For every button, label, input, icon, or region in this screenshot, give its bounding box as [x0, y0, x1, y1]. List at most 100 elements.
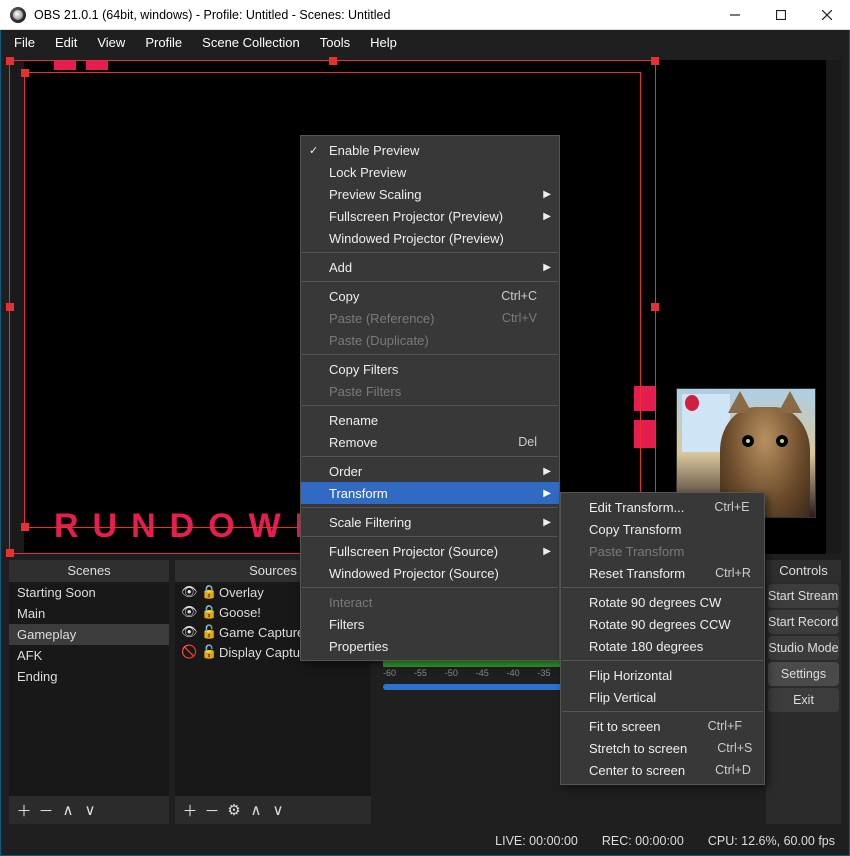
resize-handle[interactable] — [329, 57, 337, 65]
menu-item[interactable]: Center to screenCtrl+D — [561, 759, 764, 781]
menu-item[interactable]: Rotate 90 degrees CCW — [561, 613, 764, 635]
menu-help[interactable]: Help — [361, 33, 406, 52]
menu-separator — [302, 456, 558, 457]
add-scene-button[interactable]: ＋ — [15, 800, 33, 821]
resize-handle[interactable] — [651, 303, 659, 311]
remove-source-button[interactable]: － — [203, 800, 221, 821]
menu-item[interactable]: Copy Filters — [301, 358, 559, 380]
menu-item[interactable]: Add▶ — [301, 256, 559, 278]
controls-button[interactable]: Exit — [768, 688, 839, 712]
menu-item-label: Paste (Duplicate) — [329, 333, 429, 348]
remove-scene-button[interactable]: － — [37, 800, 55, 821]
menu-shortcut: Del — [488, 435, 537, 449]
menu-item-label: Copy Filters — [329, 362, 398, 377]
resize-handle[interactable] — [651, 57, 659, 65]
controls-button[interactable]: Studio Mode — [768, 636, 839, 660]
close-button[interactable] — [804, 0, 850, 30]
menu-item[interactable]: Fullscreen Projector (Source)▶ — [301, 540, 559, 562]
controls-button[interactable]: Start Streaming — [768, 584, 839, 608]
menu-scene-collection[interactable]: Scene Collection — [193, 33, 309, 52]
unlock-icon[interactable]: 🔓 — [201, 644, 213, 660]
lock-icon[interactable]: 🔒 — [201, 604, 213, 620]
menu-item[interactable]: Reset TransformCtrl+R — [561, 562, 764, 584]
menu-separator — [302, 507, 558, 508]
menu-item-label: Windowed Projector (Preview) — [329, 231, 504, 246]
menu-item[interactable]: Scale Filtering▶ — [301, 511, 559, 533]
source-down-button[interactable]: ∨ — [269, 801, 287, 819]
resize-handle[interactable] — [6, 303, 14, 311]
scenes-header: Scenes — [9, 560, 169, 582]
menu-item-label: Interact — [329, 595, 372, 610]
menu-shortcut: Ctrl+E — [684, 500, 749, 514]
resize-handle[interactable] — [6, 549, 14, 557]
scene-item[interactable]: Ending — [9, 666, 169, 687]
scene-item[interactable]: Starting Soon — [9, 582, 169, 603]
eye-off-icon[interactable]: 🚫 — [181, 644, 195, 660]
status-cpu: CPU: 12.6%, 60.00 fps — [708, 834, 835, 848]
submenu-arrow-icon: ▶ — [543, 466, 551, 477]
menu-shortcut: Ctrl+C — [471, 289, 537, 303]
menu-item[interactable]: RemoveDel — [301, 431, 559, 453]
scene-item[interactable]: Main — [9, 603, 169, 624]
menu-item[interactable]: Rotate 180 degrees — [561, 635, 764, 657]
eye-icon[interactable]: 👁 — [181, 604, 195, 620]
scene-up-button[interactable]: ∧ — [59, 801, 77, 819]
menu-item[interactable]: Lock Preview — [301, 161, 559, 183]
menu-item[interactable]: Filters — [301, 613, 559, 635]
menu-item[interactable]: Rename — [301, 409, 559, 431]
source-settings-button[interactable]: ⚙ — [225, 801, 243, 819]
menu-separator — [562, 711, 763, 712]
scene-down-button[interactable]: ∨ — [81, 801, 99, 819]
menu-item-label: Order — [329, 464, 362, 479]
menu-item[interactable]: Stretch to screenCtrl+S — [561, 737, 764, 759]
menu-item[interactable]: Copy Transform — [561, 518, 764, 540]
window-titlebar: OBS 21.0.1 (64bit, windows) - Profile: U… — [0, 0, 850, 30]
resize-handle[interactable] — [21, 523, 29, 531]
menu-item[interactable]: Fit to screenCtrl+F — [561, 715, 764, 737]
menu-tools[interactable]: Tools — [311, 33, 359, 52]
eye-icon[interactable]: 👁 — [181, 624, 195, 640]
menu-item-label: Windowed Projector (Source) — [329, 566, 499, 581]
menu-item-label: Paste Filters — [329, 384, 401, 399]
minimize-button[interactable] — [712, 0, 758, 30]
menu-item-label: Rotate 90 degrees CCW — [589, 617, 731, 632]
controls-button[interactable]: Start Recording — [768, 610, 839, 634]
menu-item[interactable]: Windowed Projector (Preview) — [301, 227, 559, 249]
menu-item[interactable]: ✓Enable Preview — [301, 139, 559, 161]
menu-profile[interactable]: Profile — [136, 33, 191, 52]
scene-item[interactable]: Gameplay — [9, 624, 169, 645]
eye-icon[interactable]: 👁 — [181, 584, 195, 600]
menu-view[interactable]: View — [88, 33, 134, 52]
unlock-icon[interactable]: 🔓 — [201, 624, 213, 640]
preview-context-menu: ✓Enable PreviewLock PreviewPreview Scali… — [300, 135, 560, 661]
menu-item[interactable]: Flip Vertical — [561, 686, 764, 708]
menu-item[interactable]: Windowed Projector (Source) — [301, 562, 559, 584]
menu-shortcut: Ctrl+F — [678, 719, 742, 733]
controls-button[interactable]: Settings — [768, 662, 839, 686]
scene-item[interactable]: AFK — [9, 645, 169, 666]
lock-icon[interactable]: 🔒 — [201, 584, 213, 600]
add-source-button[interactable]: ＋ — [181, 800, 199, 821]
menu-item[interactable]: Edit Transform...Ctrl+E — [561, 496, 764, 518]
menu-item[interactable]: Order ▶ — [301, 460, 559, 482]
controls-dock: Controls Start StreamingStart RecordingS… — [766, 560, 841, 824]
menu-item[interactable]: Transform▶ — [301, 482, 559, 504]
maximize-button[interactable] — [758, 0, 804, 30]
menu-item[interactable]: Preview Scaling▶ — [301, 183, 559, 205]
menu-separator — [302, 252, 558, 253]
source-up-button[interactable]: ∧ — [247, 801, 265, 819]
menu-item-label: Reset Transform — [589, 566, 685, 581]
menu-separator — [302, 405, 558, 406]
menu-edit[interactable]: Edit — [46, 33, 86, 52]
menu-separator — [302, 281, 558, 282]
resize-handle[interactable] — [6, 57, 14, 65]
status-bar: LIVE: 00:00:00 REC: 00:00:00 CPU: 12.6%,… — [1, 828, 849, 854]
menu-separator — [302, 354, 558, 355]
menu-item[interactable]: CopyCtrl+C — [301, 285, 559, 307]
menu-item[interactable]: Flip Horizontal — [561, 664, 764, 686]
menu-item[interactable]: Fullscreen Projector (Preview)▶ — [301, 205, 559, 227]
resize-handle[interactable] — [21, 69, 29, 77]
menu-item[interactable]: Properties — [301, 635, 559, 657]
menu-file[interactable]: File — [5, 33, 44, 52]
menu-item[interactable]: Rotate 90 degrees CW — [561, 591, 764, 613]
